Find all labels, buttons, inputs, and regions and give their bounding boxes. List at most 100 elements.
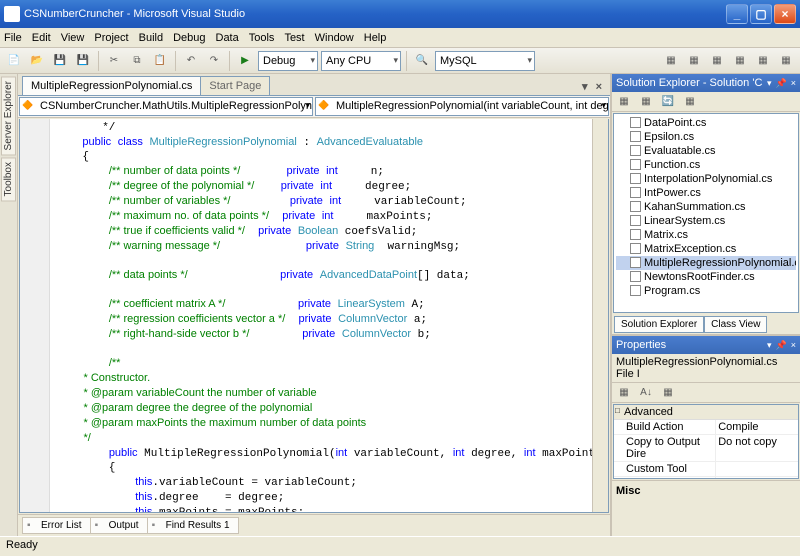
find-icon[interactable]: 🔍 [412, 51, 432, 71]
tree-file: IntPower.cs [616, 186, 796, 200]
doc-close-icon[interactable]: × [592, 79, 606, 95]
properties-title: Properties [616, 339, 763, 351]
tool-icon-1[interactable]: ▦ [661, 51, 681, 71]
open-icon[interactable]: 📂 [27, 51, 47, 71]
member-nav-combo[interactable]: MultipleRegressionPolynomial(int variabl… [315, 97, 609, 116]
panel-close-icon[interactable]: × [791, 340, 796, 350]
tool-icon-2[interactable]: ▦ [684, 51, 704, 71]
toolbox-tab[interactable]: Toolbox [1, 157, 16, 201]
menu-view[interactable]: View [61, 32, 85, 44]
undo-icon[interactable]: ↶ [181, 51, 201, 71]
menu-file[interactable]: File [4, 32, 22, 44]
statusbar: Ready [0, 536, 800, 556]
tree-file: Evaluatable.cs [616, 144, 796, 158]
db-dropdown[interactable]: MySQL [435, 51, 535, 71]
doc-dropdown-icon[interactable]: ▾ [578, 78, 592, 95]
cut-icon[interactable]: ✂ [104, 51, 124, 71]
prop-key[interactable]: Build Action [614, 420, 715, 434]
tab-class-view[interactable]: Class View [704, 316, 767, 333]
status-text: Ready [6, 539, 38, 551]
tab-solution-explorer[interactable]: Solution Explorer [614, 316, 704, 333]
menu-debug[interactable]: Debug [173, 32, 205, 44]
tree-file: Function.cs [616, 158, 796, 172]
tool-icon-5[interactable]: ▦ [753, 51, 773, 71]
tool-icon-4[interactable]: ▦ [730, 51, 750, 71]
redo-icon[interactable]: ↷ [204, 51, 224, 71]
code-editor[interactable]: */ public class MultipleRegressionPolyno… [19, 119, 609, 513]
start-debug-icon[interactable]: ▶ [235, 51, 255, 71]
menu-help[interactable]: Help [364, 32, 387, 44]
save-icon[interactable]: 💾 [50, 51, 70, 71]
panel-pin-icon[interactable]: 📌 [776, 78, 787, 89]
doc-tab-active[interactable]: MultipleRegressionPolynomial.cs [22, 76, 201, 95]
editor-gutter [20, 119, 50, 512]
tree-file: NewtonsRootFinder.cs [616, 270, 796, 284]
panel-dropdown-icon[interactable]: ▾ [767, 78, 772, 89]
properties-description: Misc [612, 480, 800, 536]
tree-file: KahanSummation.cs [616, 200, 796, 214]
prop-val[interactable]: Do not copy [715, 435, 798, 461]
paste-icon[interactable]: 📋 [150, 51, 170, 71]
copy-icon[interactable]: ⧉ [127, 51, 147, 71]
errorlist-tab[interactable]: Error List [22, 517, 91, 534]
tool-icon-6[interactable]: ▦ [776, 51, 796, 71]
props-category-advanced[interactable]: Advanced [614, 405, 798, 420]
solution-tree[interactable]: DataPoint.cs Epsilon.cs Evaluatable.cs F… [613, 113, 799, 313]
alphabetical-icon[interactable]: A↓ [636, 383, 656, 403]
se-properties-icon[interactable]: ▦ [614, 92, 634, 112]
tree-file: LinearSystem.cs [616, 214, 796, 228]
panel-pin-icon[interactable]: 📌 [776, 340, 787, 351]
se-viewcode-icon[interactable]: ▦ [680, 92, 700, 112]
left-rail: Server Explorer Toolbox [0, 74, 18, 536]
menu-tools[interactable]: Tools [249, 32, 275, 44]
menu-project[interactable]: Project [94, 32, 128, 44]
tree-file: DataPoint.cs [616, 116, 796, 130]
prop-key[interactable]: Custom Tool Names [614, 477, 715, 479]
categorized-icon[interactable]: ▦ [614, 383, 634, 403]
type-nav-combo[interactable]: CSNumberCruncher.MathUtils.MultipleRegre… [19, 97, 313, 116]
prop-val[interactable] [715, 477, 798, 479]
props-icon-3[interactable]: ▦ [658, 383, 678, 403]
solution-explorer-title: Solution Explorer - Solution 'CSNu… [616, 77, 763, 89]
menu-test[interactable]: Test [284, 32, 304, 44]
menu-data[interactable]: Data [216, 32, 239, 44]
tool-icon-3[interactable]: ▦ [707, 51, 727, 71]
close-button[interactable]: × [774, 4, 796, 24]
tree-file: InterpolationPolynomial.cs [616, 172, 796, 186]
solution-explorer-toolbar: ▦ ▦ 🔄 ▦ [612, 92, 800, 112]
new-project-icon[interactable]: 📄 [4, 51, 24, 71]
prop-key[interactable]: Custom Tool [614, 462, 715, 476]
minimize-button[interactable]: _ [726, 4, 748, 24]
platform-dropdown[interactable]: Any CPU [321, 51, 401, 71]
prop-key[interactable]: Copy to Output Dire [614, 435, 715, 461]
properties-subject[interactable]: MultipleRegressionPolynomial.cs File I [612, 354, 800, 383]
menu-window[interactable]: Window [315, 32, 354, 44]
properties-panel: Properties ▾ 📌 × MultipleRegressionPolyn… [612, 334, 800, 536]
findresults-tab[interactable]: Find Results 1 [147, 517, 239, 534]
tree-file: MatrixException.cs [616, 242, 796, 256]
output-tab[interactable]: Output [90, 517, 148, 534]
app-icon [4, 6, 20, 22]
main-toolbar: 📄 📂 💾 💾 ✂ ⧉ 📋 ↶ ↷ ▶ Debug Any CPU 🔍 MySQ… [0, 48, 800, 74]
editor-scrollbar[interactable] [592, 119, 608, 512]
panel-close-icon[interactable]: × [791, 78, 796, 88]
se-showall-icon[interactable]: ▦ [636, 92, 656, 112]
window-title: CSNumberCruncher - Microsoft Visual Stud… [24, 8, 726, 20]
menu-build[interactable]: Build [139, 32, 163, 44]
prop-val[interactable]: Compile [715, 420, 798, 434]
properties-grid[interactable]: Advanced Build ActionCompile Copy to Out… [613, 404, 799, 479]
server-explorer-tab[interactable]: Server Explorer [1, 76, 16, 155]
config-dropdown[interactable]: Debug [258, 51, 318, 71]
prop-val[interactable] [715, 462, 798, 476]
save-all-icon[interactable]: 💾 [73, 51, 93, 71]
se-refresh-icon[interactable]: 🔄 [658, 92, 678, 112]
maximize-button[interactable]: ▢ [750, 4, 772, 24]
tree-file: Program.cs [616, 284, 796, 298]
doc-tab-startpage[interactable]: Start Page [200, 76, 270, 95]
panel-dropdown-icon[interactable]: ▾ [767, 340, 772, 351]
menubar: File Edit View Project Build Debug Data … [0, 28, 800, 48]
properties-toolbar: ▦ A↓ ▦ [612, 383, 800, 403]
tree-file: Epsilon.cs [616, 130, 796, 144]
menu-edit[interactable]: Edit [32, 32, 51, 44]
tree-file: Matrix.cs [616, 228, 796, 242]
